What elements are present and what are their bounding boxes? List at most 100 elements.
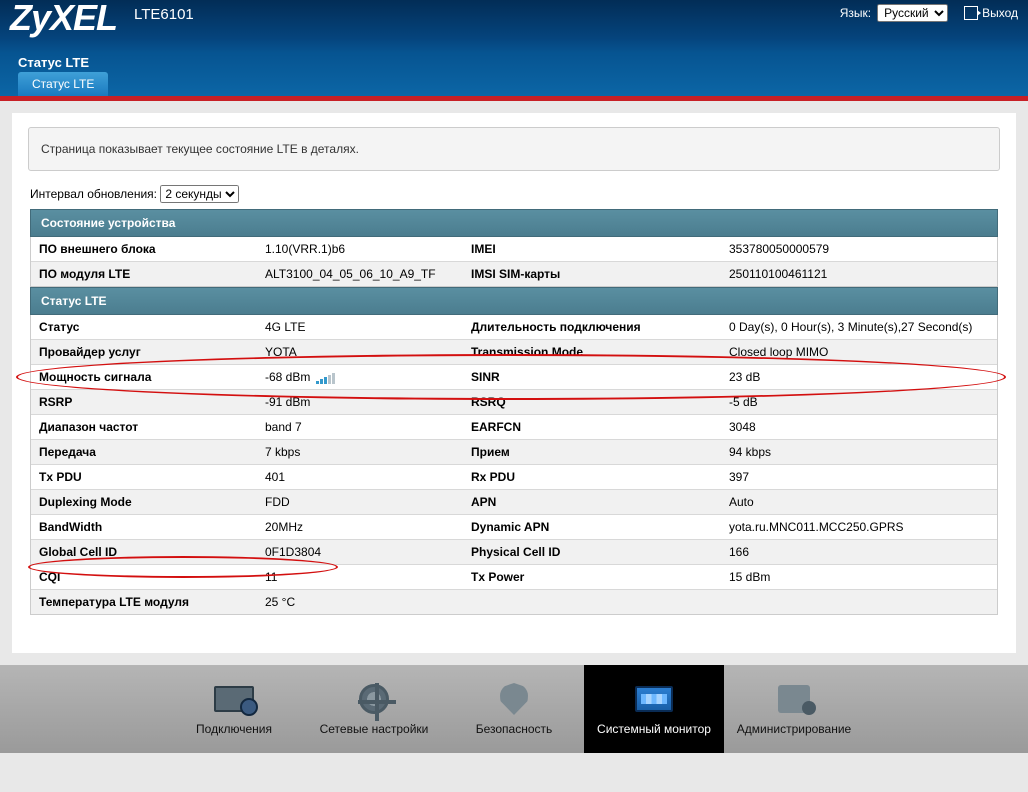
field-label: SINR xyxy=(463,365,721,389)
field-label: RSRQ xyxy=(463,390,721,414)
nav-administration[interactable]: Администрирование xyxy=(724,665,864,753)
logout-label: Выход xyxy=(982,6,1018,20)
lte-row: Температура LTE модуля25 °C xyxy=(31,589,997,614)
brand-logo: ZyXEL xyxy=(10,0,117,39)
field-label: Мощность сигнала xyxy=(31,365,257,389)
model-name: LTE6101 xyxy=(134,6,194,23)
logout-icon xyxy=(964,6,978,20)
field-label: Duplexing Mode xyxy=(31,490,257,514)
field-value: FDD xyxy=(257,490,463,514)
field-value: Auto xyxy=(721,490,997,514)
nav-network-settings-icon xyxy=(352,682,396,716)
field-label: Rx PDU xyxy=(463,465,721,489)
top-right-controls: Язык: Русский Выход xyxy=(840,4,1018,22)
field-label: Transmission Mode xyxy=(463,340,721,364)
field-value: 0F1D3804 xyxy=(257,540,463,564)
lte-row: CQI11Tx Power15 dBm xyxy=(31,564,997,589)
field-value: 15 dBm xyxy=(721,565,997,589)
tab-lte-status[interactable]: Статус LTE xyxy=(18,72,108,96)
nav-connections[interactable]: Подключения xyxy=(164,665,304,753)
field-label xyxy=(463,590,721,614)
field-label: IMEI xyxy=(463,237,721,261)
top-header: ZyXEL LTE6101 Язык: Русский Выход Статус… xyxy=(0,0,1028,96)
nav-label: Администрирование xyxy=(737,722,851,736)
field-label: EARFCN xyxy=(463,415,721,439)
field-label: Dynamic APN xyxy=(463,515,721,539)
field-label: IMSI SIM-карты xyxy=(463,262,721,286)
field-value xyxy=(721,590,997,614)
field-label: Провайдер услуг xyxy=(31,340,257,364)
nav-system-monitor-icon xyxy=(632,682,676,716)
field-value: 397 xyxy=(721,465,997,489)
signal-strength-icon xyxy=(316,372,335,384)
field-label: Global Cell ID xyxy=(31,540,257,564)
language-select[interactable]: Русский xyxy=(877,4,948,22)
tab-bar: Статус LTE xyxy=(18,72,108,96)
lte-row: Tx PDU401Rx PDU397 xyxy=(31,464,997,489)
lte-status-panel: Статус LTE Статус4G LTEДлительность подк… xyxy=(30,287,998,615)
field-label: ПО внешнего блока xyxy=(31,237,257,261)
field-value: -68 dBm xyxy=(257,365,463,389)
refresh-row: Интервал обновления: 2 секунды xyxy=(30,185,998,203)
lte-status-header: Статус LTE xyxy=(30,287,998,315)
field-label: RSRP xyxy=(31,390,257,414)
field-value: band 7 xyxy=(257,415,463,439)
lte-row: Диапазон частотband 7EARFCN3048 xyxy=(31,414,997,439)
nav-label: Безопасность xyxy=(476,722,553,736)
lte-status-body: Статус4G LTEДлительность подключения0 Da… xyxy=(30,315,998,615)
nav-label: Подключения xyxy=(196,722,272,736)
field-value: 23 dB xyxy=(721,365,997,389)
nav-security[interactable]: Безопасность xyxy=(444,665,584,753)
lte-row: Мощность сигнала-68 dBmSINR23 dB xyxy=(31,364,997,389)
field-label: Диапазон частот xyxy=(31,415,257,439)
nav-security-icon xyxy=(492,682,536,716)
field-label: CQI xyxy=(31,565,257,589)
field-value: 353780050000579 xyxy=(721,237,997,261)
device-status-header: Состояние устройства xyxy=(30,209,998,237)
field-value: ALT3100_04_05_06_10_A9_TF xyxy=(257,262,463,286)
field-label: Tx Power xyxy=(463,565,721,589)
device-row: ПО модуля LTEALT3100_04_05_06_10_A9_TFIM… xyxy=(31,261,997,286)
nav-network-settings[interactable]: Сетевые настройки xyxy=(304,665,444,753)
field-label: Длительность подключения xyxy=(463,315,721,339)
field-label: Прием xyxy=(463,440,721,464)
lte-row: RSRP-91 dBmRSRQ-5 dB xyxy=(31,389,997,414)
lte-row: Статус4G LTEДлительность подключения0 Da… xyxy=(31,315,997,339)
content-panel: Страница показывает текущее состояние LT… xyxy=(12,113,1016,653)
field-value: -91 dBm xyxy=(257,390,463,414)
field-value: 94 kbps xyxy=(721,440,997,464)
lte-row: Провайдер услугYOTATransmission ModeClos… xyxy=(31,339,997,364)
nav-administration-icon xyxy=(772,682,816,716)
field-label: Tx PDU xyxy=(31,465,257,489)
refresh-interval-select[interactable]: 2 секунды xyxy=(160,185,239,203)
lte-row: Global Cell ID0F1D3804Physical Cell ID16… xyxy=(31,539,997,564)
field-value: yota.ru.MNC011.MCC250.GPRS xyxy=(721,515,997,539)
logout-button[interactable]: Выход xyxy=(964,6,1018,20)
field-label: ПО модуля LTE xyxy=(31,262,257,286)
field-value: 7 kbps xyxy=(257,440,463,464)
field-value: 20MHz xyxy=(257,515,463,539)
device-status-body: ПО внешнего блока1.10(VRR.1)b6IMEI353780… xyxy=(30,237,998,287)
field-label: Physical Cell ID xyxy=(463,540,721,564)
nav-label: Сетевые настройки xyxy=(320,722,429,736)
bottom-nav: Подключения Сетевые настройки Безопасность… xyxy=(0,665,1028,753)
lte-row: Duplexing ModeFDDAPNAuto xyxy=(31,489,997,514)
field-value: -5 dB xyxy=(721,390,997,414)
field-value: Closed loop MIMO xyxy=(721,340,997,364)
field-label: Передача xyxy=(31,440,257,464)
field-label: Статус xyxy=(31,315,257,339)
field-value: YOTA xyxy=(257,340,463,364)
field-value: 166 xyxy=(721,540,997,564)
field-value: 0 Day(s), 0 Hour(s), 3 Minute(s),27 Seco… xyxy=(721,315,997,339)
refresh-label: Интервал обновления: xyxy=(30,187,157,201)
device-status-panel: Состояние устройства ПО внешнего блока1.… xyxy=(30,209,998,287)
field-label: BandWidth xyxy=(31,515,257,539)
field-label: APN xyxy=(463,490,721,514)
nav-system-monitor[interactable]: Системный монитор xyxy=(584,665,724,753)
language-label: Язык: xyxy=(840,6,871,20)
nav-label: Системный монитор xyxy=(597,722,711,736)
field-value: 401 xyxy=(257,465,463,489)
field-value: 11 xyxy=(257,565,463,589)
device-row: ПО внешнего блока1.10(VRR.1)b6IMEI353780… xyxy=(31,237,997,261)
nav-connections-icon xyxy=(212,682,256,716)
